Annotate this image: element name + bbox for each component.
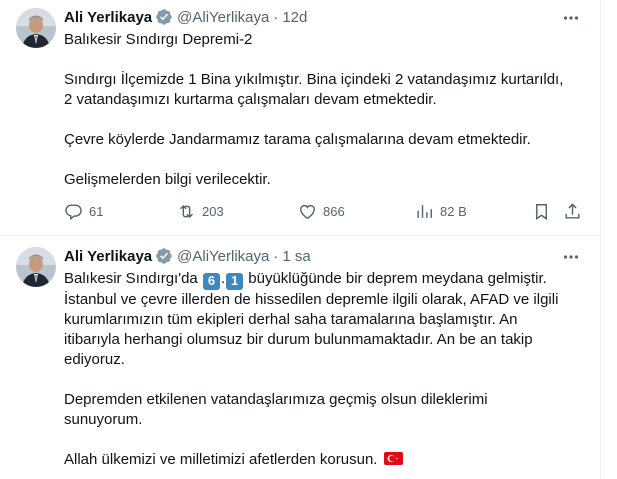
tweet[interactable]: Ali Yerlikaya @AliYerlikaya · 1 sa Balık… xyxy=(0,237,600,479)
separator-dot: · xyxy=(273,247,279,265)
verified-badge-icon[interactable] xyxy=(155,247,173,265)
reply-icon xyxy=(65,203,82,220)
keycap-digit-1-icon: 1 xyxy=(226,272,244,290)
tweet-line: Allah ülkemizi ve milletimizi afetlerden… xyxy=(64,450,584,470)
tweet-line: ediyoruz. xyxy=(64,350,125,368)
timestamp[interactable]: 12d xyxy=(282,9,307,26)
tweet-line: kurumlarımızın tüm ekipleri derhal saha … xyxy=(64,310,518,328)
tweet-line: Çevre köylerde Jandarmamız tarama çalışm… xyxy=(64,131,531,148)
keycap-digit-6-icon: 6 xyxy=(202,272,220,290)
tweet-line: Balıkesir Sındırgı'da 6.1 büyüklüğünde b… xyxy=(64,269,584,290)
verified-badge-icon[interactable] xyxy=(155,8,173,26)
tweet-header: Ali Yerlikaya @AliYerlikaya · 1 sa xyxy=(64,246,311,266)
tweet-paragraph: Balıkesir Sındırgı'da 6.1 büyüklüğünde b… xyxy=(64,269,584,370)
repost-icon xyxy=(180,204,193,218)
share-button[interactable] xyxy=(563,201,582,221)
author-name[interactable]: Ali Yerlikaya xyxy=(64,248,152,265)
tweet-paragraph: Depremden etkilenen vatandaşlarımıza geç… xyxy=(64,390,584,430)
views-chart-icon xyxy=(417,204,432,218)
tweet-paragraph: Allah ülkemizi ve milletimizi afetlerden… xyxy=(64,450,584,470)
tweet[interactable]: Ali Yerlikaya @AliYerlikaya · 12d Balıke… xyxy=(0,0,600,236)
bookmark-icon xyxy=(536,203,547,220)
tweet-header: Ali Yerlikaya @AliYerlikaya · 12d xyxy=(64,7,307,27)
tweet-line: Depremden etkilenen vatandaşlarımıza geç… xyxy=(64,390,488,408)
timestamp[interactable]: 1 sa xyxy=(282,248,310,265)
views-button[interactable]: 82 B xyxy=(415,201,467,221)
tweet-actions: 61 203 866 82 B xyxy=(64,201,588,221)
share-icon xyxy=(565,202,580,219)
author-handle[interactable]: @AliYerlikaya xyxy=(177,248,269,265)
tweet-paragraph: Gelişmelerden bilgi verilecektir. xyxy=(64,170,584,190)
tweet-line: itibarıyla herhangi olumsuz bir durum bu… xyxy=(64,330,533,348)
avatar-image xyxy=(16,247,56,287)
more-options-icon[interactable] xyxy=(562,248,580,266)
text-segment: Balıkesir Sındırgı'da xyxy=(64,270,198,287)
tweet-line: İstanbul ve çevre illerden de hissedilen… xyxy=(64,290,559,308)
heart-icon xyxy=(300,204,315,219)
like-button[interactable]: 866 xyxy=(298,201,345,221)
reply-count: 61 xyxy=(89,203,104,219)
like-count: 866 xyxy=(323,203,345,219)
tweet-text: Balıkesir Sındırgı Depremi-2 Sındırgı İl… xyxy=(64,30,584,210)
author-name[interactable]: Ali Yerlikaya xyxy=(64,9,152,26)
author-handle[interactable]: @AliYerlikaya xyxy=(177,9,269,26)
separator-dot: · xyxy=(273,8,279,26)
bookmark-button[interactable] xyxy=(532,201,551,221)
tweet-line: Sındırgı İlçemizde 1 Bina yıkılmıştır. B… xyxy=(64,71,564,88)
view-count: 82 B xyxy=(440,203,467,219)
text-segment: Allah ülkemizi ve milletimizi afetlerden… xyxy=(64,450,378,468)
tweet-line: sunuyorum. xyxy=(64,410,143,428)
reply-button[interactable]: 61 xyxy=(64,201,103,221)
avatar[interactable] xyxy=(16,8,56,48)
tweet-line: Balıkesir Sındırgı Depremi-2 xyxy=(64,31,253,48)
text-segment: büyüklüğünde bir deprem meydana gelmişti… xyxy=(248,270,547,287)
more-options-icon[interactable] xyxy=(562,9,580,27)
repost-count: 203 xyxy=(202,203,224,219)
turkey-flag-icon xyxy=(383,451,403,465)
decimal-point: . xyxy=(220,270,226,287)
tweet-line: 2 vatandaşımızı kurtarma çalışmaları dev… xyxy=(64,91,437,108)
tweet-paragraph: Balıkesir Sındırgı Depremi-2 xyxy=(64,30,584,50)
tweet-text: Balıkesir Sındırgı'da 6.1 büyüklüğünde b… xyxy=(64,269,584,479)
tweet-paragraph: Çevre köylerde Jandarmamız tarama çalışm… xyxy=(64,130,584,150)
avatar[interactable] xyxy=(16,247,56,287)
tweet-paragraph: Sındırgı İlçemizde 1 Bina yıkılmıştır. B… xyxy=(64,70,584,110)
timeline: Ali Yerlikaya @AliYerlikaya · 12d Balıke… xyxy=(0,0,601,479)
avatar-image xyxy=(16,8,56,48)
tweet-line: Gelişmelerden bilgi verilecektir. xyxy=(64,171,271,188)
repost-button[interactable]: 203 xyxy=(177,201,224,221)
